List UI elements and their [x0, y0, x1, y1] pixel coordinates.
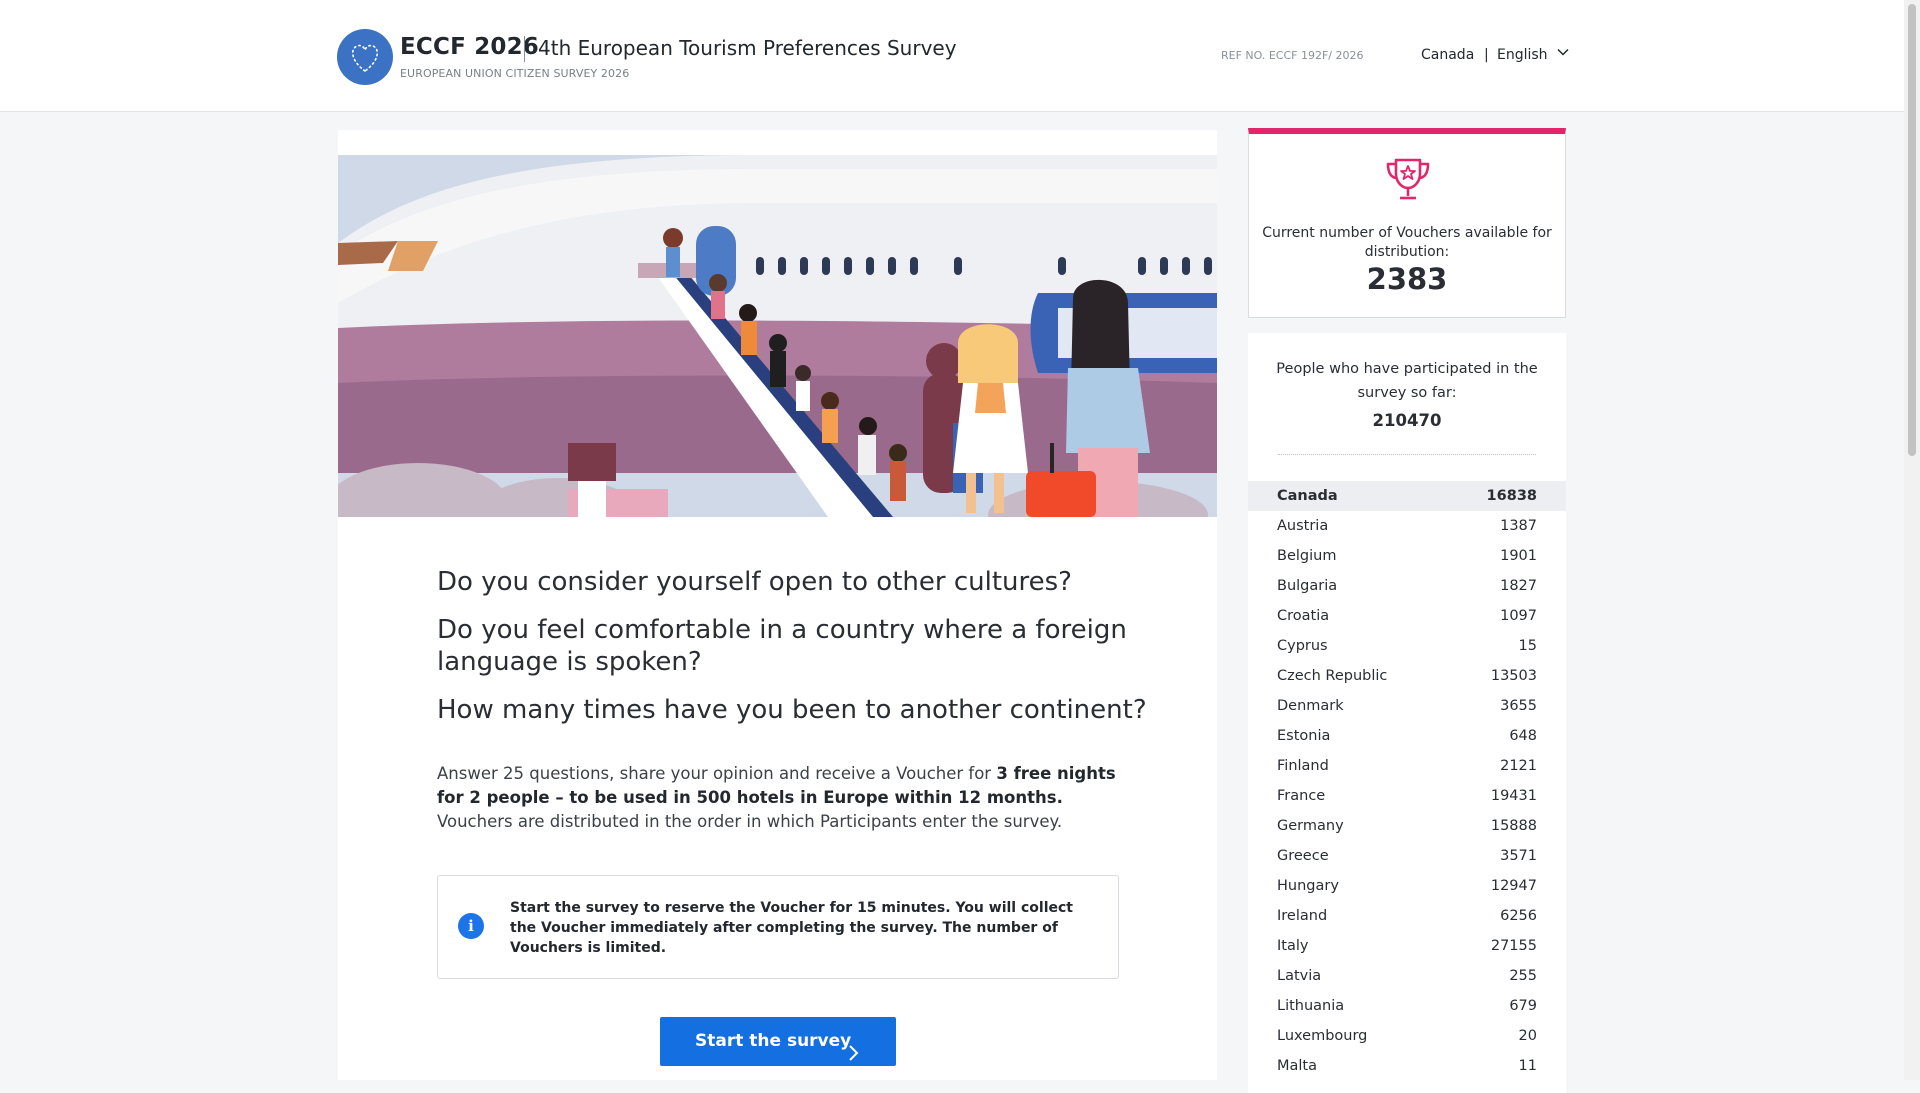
country-count: 11	[1518, 1058, 1537, 1074]
language-label[interactable]: English	[1497, 47, 1548, 63]
country-name: Czech Republic	[1277, 668, 1388, 684]
country-name: Hungary	[1277, 878, 1339, 894]
question-foreign-language: Do you feel comfortable in a country whe…	[437, 615, 1127, 677]
country-name: Belgium	[1277, 548, 1337, 564]
country-count: 12947	[1490, 878, 1537, 894]
country-name: Cyprus	[1277, 638, 1328, 654]
question-cultures: Do you consider yourself open to other c…	[437, 567, 1072, 597]
country-count: 3571	[1500, 848, 1537, 864]
voucher-count: 2383	[1366, 262, 1448, 296]
page-title: 4th European Tourism Preferences Survey	[538, 36, 957, 60]
country-row: Bulgaria 1827	[1248, 571, 1566, 601]
info-text: Start the survey to reserve the Voucher …	[510, 900, 1073, 956]
country-row: Luxembourg 20	[1248, 1021, 1566, 1051]
country-row: Latvia 255	[1248, 961, 1566, 991]
country-row: Italy 27155	[1248, 931, 1566, 961]
trophy-icon	[1382, 156, 1434, 210]
voucher-label: Current number of Vouchers available for…	[1262, 225, 1552, 260]
country-name: Bulgaria	[1277, 578, 1338, 594]
participants-card: People who have participated in the surv…	[1248, 333, 1566, 1093]
airplane-boarding-illustration	[338, 143, 1217, 517]
country-count: 15	[1518, 638, 1537, 654]
site-header: ECCF 2026 4th European Tourism Preferenc…	[0, 0, 1904, 112]
country-name: Austria	[1277, 518, 1329, 534]
country-row: Finland 2121	[1248, 751, 1566, 781]
scrollbar-thumb[interactable]	[1908, 4, 1916, 456]
country-name: Lithuania	[1277, 998, 1345, 1014]
participants-label: People who have participated in the surv…	[1276, 361, 1538, 401]
country-count: 1387	[1500, 518, 1537, 534]
intro-text-2: Vouchers are distributed in the order in…	[437, 812, 1063, 831]
country-count: 16838	[1486, 488, 1537, 504]
eu-stars-heart-icon[interactable]	[337, 29, 393, 85]
country-row: Ireland 6256	[1248, 901, 1566, 931]
country-row: Czech Republic 13503	[1248, 661, 1566, 691]
country-count: 20	[1518, 1028, 1537, 1044]
survey-intro: Answer 25 questions, share your opinion …	[437, 762, 1137, 834]
participants-total: 210470	[1372, 411, 1442, 430]
country-row: Greece 3571	[1248, 841, 1566, 871]
country-row: Malta 11	[1248, 1051, 1566, 1081]
country-name: Ireland	[1277, 908, 1328, 924]
locale-separator: |	[1484, 47, 1489, 63]
country-name: Luxembourg	[1277, 1028, 1368, 1044]
country-row: Denmark 3655	[1248, 691, 1566, 721]
start-survey-button[interactable]: Start the survey	[660, 1017, 896, 1066]
country-count: 2121	[1500, 758, 1537, 774]
country-list: Canada 16838 Austria 1387 Belgium 1901 Bulgari…	[1248, 481, 1566, 1081]
country-name: Canada	[1277, 488, 1338, 504]
country-name: Greece	[1277, 848, 1329, 864]
chevron-right-icon	[846, 1033, 860, 1082]
country-count: 15888	[1490, 818, 1537, 834]
country-name: Malta	[1277, 1058, 1317, 1074]
country-count: 1901	[1500, 548, 1537, 564]
country-count: 6256	[1500, 908, 1537, 924]
country-name: Finland	[1277, 758, 1329, 774]
brand-divider	[524, 36, 525, 62]
intro-text-1: Answer 25 questions, share your opinion …	[437, 764, 997, 783]
country-row: Canada 16838	[1248, 481, 1566, 511]
country-row: France 19431	[1248, 781, 1566, 811]
country-count: 255	[1509, 968, 1537, 984]
voucher-card: Current number of Vouchers available for…	[1248, 128, 1566, 318]
country-label[interactable]: Canada	[1421, 47, 1474, 63]
chevron-down-icon[interactable]	[1556, 45, 1570, 63]
page-subtitle: EUROPEAN UNION CITIZEN SURVEY 2026	[400, 67, 630, 80]
country-row: Hungary 12947	[1248, 871, 1566, 901]
brand-name[interactable]: ECCF 2026	[400, 34, 539, 60]
country-row: Estonia 648	[1248, 721, 1566, 751]
country-row: Croatia 1097	[1248, 601, 1566, 631]
start-survey-label: Start the survey	[695, 1031, 852, 1051]
country-name: Latvia	[1277, 968, 1322, 984]
country-count: 1827	[1500, 578, 1537, 594]
participants-divider	[1278, 454, 1536, 455]
country-count: 13503	[1490, 668, 1537, 684]
country-name: Germany	[1277, 818, 1344, 834]
country-count: 19431	[1490, 788, 1537, 804]
country-row: Austria 1387	[1248, 511, 1566, 541]
country-count: 679	[1509, 998, 1537, 1014]
reference-number: REF NO. ECCF 192F/ 2026	[1221, 49, 1364, 62]
page-scrollbar[interactable]	[1904, 0, 1920, 1080]
country-row: Lithuania 679	[1248, 991, 1566, 1021]
country-row: Cyprus 15	[1248, 631, 1566, 661]
country-name: Estonia	[1277, 728, 1331, 744]
country-row: Belgium 1901	[1248, 541, 1566, 571]
country-count: 1097	[1500, 608, 1537, 624]
country-count: 648	[1509, 728, 1537, 744]
country-name: Croatia	[1277, 608, 1330, 624]
country-count: 3655	[1500, 698, 1537, 714]
country-name: France	[1277, 788, 1326, 804]
country-row: Germany 15888	[1248, 811, 1566, 841]
info-notice: i Start the survey to reserve the Vouche…	[437, 875, 1119, 979]
info-icon: i	[458, 913, 484, 939]
country-name: Italy	[1277, 938, 1309, 954]
question-continent: How many times have you been to another …	[437, 695, 1147, 725]
country-name: Denmark	[1277, 698, 1344, 714]
country-count: 27155	[1490, 938, 1537, 954]
